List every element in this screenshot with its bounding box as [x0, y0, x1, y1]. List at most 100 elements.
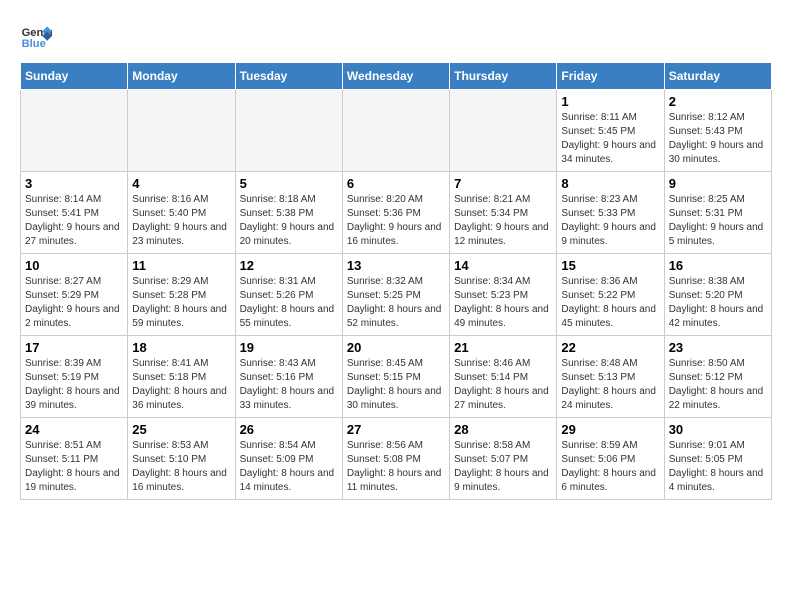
day-info: Sunrise: 8:51 AM Sunset: 5:11 PM Dayligh…: [25, 439, 123, 495]
calendar-week-1: 1Sunrise: 8:11 AM Sunset: 5:45 PM Daylig…: [21, 90, 772, 172]
calendar-cell: [235, 90, 342, 172]
day-number: 12: [240, 258, 338, 273]
calendar-cell: 11 Sunrise: 8:29 AM Sunset: 5:28 PM Dayli…: [128, 254, 235, 336]
day-info: Sunrise: 8:31 AM Sunset: 5:26 PM Dayligh…: [240, 275, 338, 331]
day-number: 8: [561, 176, 659, 191]
calendar-cell: 24 Sunrise: 8:51 AM Sunset: 5:11 PM Dayli…: [21, 418, 128, 500]
day-info: Sunrise: 8:50 AM Sunset: 5:12 PM Dayligh…: [669, 357, 767, 413]
day-number: 16: [669, 258, 767, 273]
day-info: Sunrise: 8:36 AM Sunset: 5:22 PM Dayligh…: [561, 275, 659, 331]
day-number: 1: [561, 94, 659, 109]
calendar-cell: 22Sunrise: 8:48 AM Sunset: 5:13 PM Dayli…: [557, 336, 664, 418]
day-info: Sunrise: 8:21 AM Sunset: 5:34 PM Dayligh…: [454, 193, 552, 249]
logo-icon: General Blue: [20, 20, 52, 52]
calendar-cell: 21 Sunrise: 8:46 AM Sunset: 5:14 PM Dayli…: [450, 336, 557, 418]
day-info: Sunrise: 8:25 AM Sunset: 5:31 PM Dayligh…: [669, 193, 767, 249]
day-number: 6: [347, 176, 445, 191]
day-number: 7: [454, 176, 552, 191]
day-number: 29: [561, 422, 659, 437]
day-number: 10: [25, 258, 123, 273]
day-number: 26: [240, 422, 338, 437]
day-number: 13: [347, 258, 445, 273]
calendar-cell: 29 Sunrise: 8:59 AM Sunset: 5:06 PM Dayli…: [557, 418, 664, 500]
calendar-cell: 9 Sunrise: 8:25 AM Sunset: 5:31 PM Daylig…: [664, 172, 771, 254]
day-info: Sunrise: 8:14 AM Sunset: 5:41 PM Dayligh…: [25, 193, 123, 249]
day-number: 14: [454, 258, 552, 273]
calendar-cell: 25Sunrise: 8:53 AM Sunset: 5:10 PM Dayli…: [128, 418, 235, 500]
calendar-cell: 18 Sunrise: 8:41 AM Sunset: 5:18 PM Dayli…: [128, 336, 235, 418]
day-number: 20: [347, 340, 445, 355]
page-header: General Blue: [20, 20, 772, 52]
calendar-cell: 28 Sunrise: 8:58 AM Sunset: 5:07 PM Dayli…: [450, 418, 557, 500]
calendar-cell: 12 Sunrise: 8:31 AM Sunset: 5:26 PM Dayli…: [235, 254, 342, 336]
svg-text:Blue: Blue: [22, 38, 46, 50]
calendar-cell: [21, 90, 128, 172]
day-number: 24: [25, 422, 123, 437]
calendar-cell: 5 Sunrise: 8:18 AM Sunset: 5:38 PM Daylig…: [235, 172, 342, 254]
day-info: Sunrise: 8:18 AM Sunset: 5:38 PM Dayligh…: [240, 193, 338, 249]
calendar-header: SundayMondayTuesdayWednesdayThursdayFrid…: [21, 63, 772, 90]
calendar-cell: 10Sunrise: 8:27 AM Sunset: 5:29 PM Dayli…: [21, 254, 128, 336]
day-number: 5: [240, 176, 338, 191]
day-number: 21: [454, 340, 552, 355]
calendar-week-5: 24 Sunrise: 8:51 AM Sunset: 5:11 PM Dayli…: [21, 418, 772, 500]
calendar-week-3: 10Sunrise: 8:27 AM Sunset: 5:29 PM Dayli…: [21, 254, 772, 336]
calendar-cell: 23 Sunrise: 8:50 AM Sunset: 5:12 PM Dayli…: [664, 336, 771, 418]
calendar-cell: 20 Sunrise: 8:45 AM Sunset: 5:15 PM Dayli…: [342, 336, 449, 418]
day-info: Sunrise: 8:23 AM Sunset: 5:33 PM Dayligh…: [561, 193, 659, 249]
calendar-cell: 1Sunrise: 8:11 AM Sunset: 5:45 PM Daylig…: [557, 90, 664, 172]
day-info: Sunrise: 8:12 AM Sunset: 5:43 PM Dayligh…: [669, 111, 767, 167]
calendar-week-2: 3 Sunrise: 8:14 AM Sunset: 5:41 PM Daylig…: [21, 172, 772, 254]
day-number: 22: [561, 340, 659, 355]
weekday-header-row: SundayMondayTuesdayWednesdayThursdayFrid…: [21, 63, 772, 90]
weekday-header-tuesday: Tuesday: [235, 63, 342, 90]
calendar-cell: [342, 90, 449, 172]
calendar-cell: [450, 90, 557, 172]
weekday-header-saturday: Saturday: [664, 63, 771, 90]
calendar-cell: 7 Sunrise: 8:21 AM Sunset: 5:34 PM Daylig…: [450, 172, 557, 254]
day-number: 28: [454, 422, 552, 437]
day-info: Sunrise: 8:58 AM Sunset: 5:07 PM Dayligh…: [454, 439, 552, 495]
calendar-cell: 15 Sunrise: 8:36 AM Sunset: 5:22 PM Dayli…: [557, 254, 664, 336]
day-info: Sunrise: 8:54 AM Sunset: 5:09 PM Dayligh…: [240, 439, 338, 495]
calendar-cell: 30 Sunrise: 9:01 AM Sunset: 5:05 PM Dayli…: [664, 418, 771, 500]
day-number: 15: [561, 258, 659, 273]
day-info: Sunrise: 8:46 AM Sunset: 5:14 PM Dayligh…: [454, 357, 552, 413]
calendar-cell: 13 Sunrise: 8:32 AM Sunset: 5:25 PM Dayli…: [342, 254, 449, 336]
weekday-header-thursday: Thursday: [450, 63, 557, 90]
day-info: Sunrise: 8:34 AM Sunset: 5:23 PM Dayligh…: [454, 275, 552, 331]
day-number: 23: [669, 340, 767, 355]
calendar-cell: 14 Sunrise: 8:34 AM Sunset: 5:23 PM Dayli…: [450, 254, 557, 336]
day-number: 2: [669, 94, 767, 109]
day-info: Sunrise: 9:01 AM Sunset: 5:05 PM Dayligh…: [669, 439, 767, 495]
day-info: Sunrise: 8:56 AM Sunset: 5:08 PM Dayligh…: [347, 439, 445, 495]
day-info: Sunrise: 8:16 AM Sunset: 5:40 PM Dayligh…: [132, 193, 230, 249]
day-number: 3: [25, 176, 123, 191]
calendar-cell: 6 Sunrise: 8:20 AM Sunset: 5:36 PM Daylig…: [342, 172, 449, 254]
day-number: 17: [25, 340, 123, 355]
day-info: Sunrise: 8:59 AM Sunset: 5:06 PM Dayligh…: [561, 439, 659, 495]
day-info: Sunrise: 8:38 AM Sunset: 5:20 PM Dayligh…: [669, 275, 767, 331]
calendar-cell: 3 Sunrise: 8:14 AM Sunset: 5:41 PM Daylig…: [21, 172, 128, 254]
day-number: 11: [132, 258, 230, 273]
weekday-header-monday: Monday: [128, 63, 235, 90]
day-info: Sunrise: 8:39 AM Sunset: 5:19 PM Dayligh…: [25, 357, 123, 413]
calendar-cell: 2 Sunrise: 8:12 AM Sunset: 5:43 PM Daylig…: [664, 90, 771, 172]
calendar-cell: 26 Sunrise: 8:54 AM Sunset: 5:09 PM Dayli…: [235, 418, 342, 500]
day-number: 27: [347, 422, 445, 437]
day-number: 9: [669, 176, 767, 191]
calendar-body: 1Sunrise: 8:11 AM Sunset: 5:45 PM Daylig…: [21, 90, 772, 500]
day-number: 30: [669, 422, 767, 437]
day-info: Sunrise: 8:41 AM Sunset: 5:18 PM Dayligh…: [132, 357, 230, 413]
day-info: Sunrise: 8:32 AM Sunset: 5:25 PM Dayligh…: [347, 275, 445, 331]
day-number: 18: [132, 340, 230, 355]
day-info: Sunrise: 8:43 AM Sunset: 5:16 PM Dayligh…: [240, 357, 338, 413]
weekday-header-friday: Friday: [557, 63, 664, 90]
calendar-cell: 27 Sunrise: 8:56 AM Sunset: 5:08 PM Dayli…: [342, 418, 449, 500]
day-info: Sunrise: 8:53 AM Sunset: 5:10 PM Dayligh…: [132, 439, 230, 495]
day-info: Sunrise: 8:20 AM Sunset: 5:36 PM Dayligh…: [347, 193, 445, 249]
day-info: Sunrise: 8:45 AM Sunset: 5:15 PM Dayligh…: [347, 357, 445, 413]
calendar-week-4: 17 Sunrise: 8:39 AM Sunset: 5:19 PM Dayli…: [21, 336, 772, 418]
calendar-cell: 8 Sunrise: 8:23 AM Sunset: 5:33 PM Daylig…: [557, 172, 664, 254]
day-info: Sunrise: 8:29 AM Sunset: 5:28 PM Dayligh…: [132, 275, 230, 331]
